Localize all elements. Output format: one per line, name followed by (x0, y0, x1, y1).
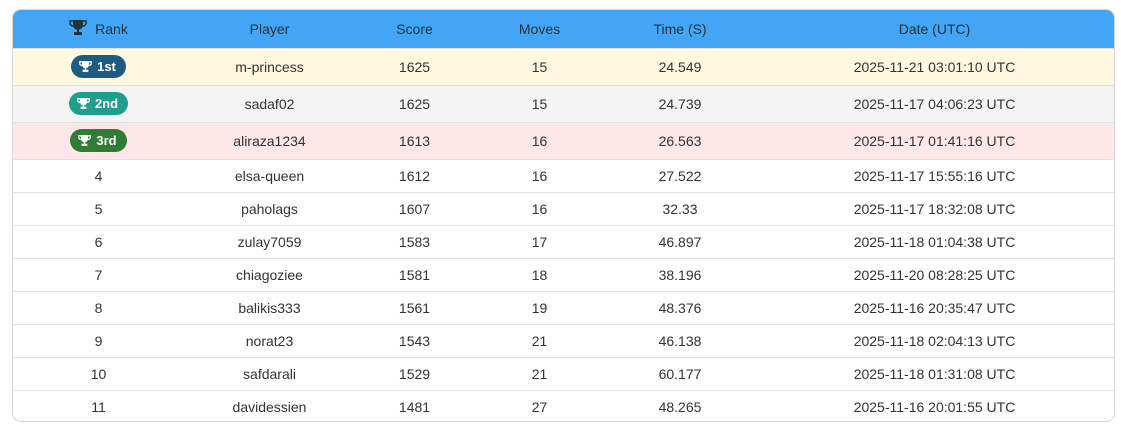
moves-cell: 21 (474, 323, 605, 357)
table-row: 11 davidessien 1481 27 48.265 2025-11-16 20:0… (13, 389, 1114, 421)
rank-badge-label: 1st (97, 59, 116, 74)
table-row: 3rd aliraza1234 1613 16 26.563 2025-11-17 01:… (13, 121, 1114, 159)
player-cell: paholags (184, 191, 355, 225)
moves-cell: 16 (474, 158, 605, 192)
table-row: 8 balikis333 1561 19 48.376 2025-11-16 20:35:… (13, 290, 1114, 324)
date-cell: 2025-11-20 08:28:25 UTC (755, 257, 1114, 291)
table-row: 9 norat23 1543 21 46.138 2025-11-18 02:04:13 … (13, 323, 1114, 357)
table-row: 5 paholags 1607 16 32.33 2025-11-17 18:32:08 … (13, 191, 1114, 225)
rank-cell: 2nd (13, 84, 184, 122)
moves-cell: 15 (474, 47, 605, 85)
score-cell: 1581 (355, 257, 474, 291)
time-cell: 24.739 (605, 84, 755, 122)
trophy-icon (69, 19, 87, 39)
score-cell: 1543 (355, 323, 474, 357)
column-header-moves[interactable]: Moves (474, 10, 605, 48)
date-cell: 2025-11-18 01:31:08 UTC (755, 356, 1114, 390)
leaderboard: Rank Player Score Moves Time (S) Date (U… (12, 9, 1115, 422)
date-cell: 2025-11-16 20:01:55 UTC (755, 389, 1114, 421)
time-cell: 46.138 (605, 323, 755, 357)
rank-badge: 3rd (70, 129, 127, 152)
player-cell: safdarali (184, 356, 355, 390)
time-cell: 26.563 (605, 121, 755, 159)
time-cell: 38.196 (605, 257, 755, 291)
time-cell: 46.897 (605, 224, 755, 258)
leaderboard-table: Rank Player Score Moves Time (S) Date (U… (13, 10, 1114, 421)
moves-cell: 27 (474, 389, 605, 421)
moves-cell: 18 (474, 257, 605, 291)
table-row: 1st m-princess 1625 15 24.549 2025-11-21 03:0… (13, 47, 1114, 85)
rank-badge: 2nd (68, 92, 129, 115)
column-header-rank-label: Rank (95, 20, 128, 37)
player-cell: norat23 (184, 323, 355, 357)
time-cell: 32.33 (605, 191, 755, 225)
column-header-player[interactable]: Player (184, 10, 355, 48)
rank-cell: 10 (13, 356, 184, 390)
score-cell: 1625 (355, 84, 474, 122)
table-body: 1st m-princess 1625 15 24.549 2025-11-21 03:0… (13, 47, 1114, 421)
player-cell: m-princess (184, 47, 355, 85)
player-cell: sadaf02 (184, 84, 355, 122)
date-cell: 2025-11-17 15:55:16 UTC (755, 158, 1114, 192)
table-row: 2nd sadaf02 1625 15 24.739 2025-11-17 04:06:2… (13, 84, 1114, 122)
score-cell: 1625 (355, 47, 474, 85)
rank-cell: 8 (13, 290, 184, 324)
column-header-score[interactable]: Score (355, 10, 474, 48)
time-cell: 24.549 (605, 47, 755, 85)
rank-cell: 7 (13, 257, 184, 291)
rank-cell: 5 (13, 191, 184, 225)
header-row: Rank Player Score Moves Time (S) Date (U… (13, 10, 1114, 48)
rank-badge: 1st (71, 55, 126, 78)
trophy-icon (77, 97, 90, 110)
column-header-date[interactable]: Date (UTC) (755, 10, 1114, 48)
table-row: 10 safdarali 1529 21 60.177 2025-11-18 01:31:… (13, 356, 1114, 390)
moves-cell: 16 (474, 191, 605, 225)
moves-cell: 15 (474, 84, 605, 122)
moves-cell: 21 (474, 356, 605, 390)
rank-cell: 9 (13, 323, 184, 357)
score-cell: 1583 (355, 224, 474, 258)
moves-cell: 17 (474, 224, 605, 258)
score-cell: 1612 (355, 158, 474, 192)
player-cell: balikis333 (184, 290, 355, 324)
score-cell: 1529 (355, 356, 474, 390)
date-cell: 2025-11-17 04:06:23 UTC (755, 84, 1114, 122)
time-cell: 60.177 (605, 356, 755, 390)
player-cell: chiagoziee (184, 257, 355, 291)
rank-cell: 6 (13, 224, 184, 258)
player-cell: zulay7059 (184, 224, 355, 258)
rank-badge-label: 2nd (94, 96, 119, 111)
player-cell: davidessien (184, 389, 355, 421)
rank-cell: 1st (13, 47, 184, 85)
rank-cell: 11 (13, 389, 184, 421)
score-cell: 1481 (355, 389, 474, 421)
table-row: 4 elsa-queen 1612 16 27.522 2025-11-17 15:55:… (13, 158, 1114, 192)
table-row: 7 chiagoziee 1581 18 38.196 2025-11-20 08:28:… (13, 257, 1114, 291)
rank-badge-label: 3rd (96, 133, 117, 148)
rank-cell: 4 (13, 158, 184, 192)
trophy-icon (78, 134, 92, 147)
player-cell: aliraza1234 (184, 121, 355, 159)
time-cell: 48.265 (605, 389, 755, 421)
trophy-icon (79, 60, 93, 73)
table-row: 6 zulay7059 1583 17 46.897 2025-11-18 01:04:3… (13, 224, 1114, 258)
date-cell: 2025-11-18 01:04:38 UTC (755, 224, 1114, 258)
date-cell: 2025-11-18 02:04:13 UTC (755, 323, 1114, 357)
score-cell: 1561 (355, 290, 474, 324)
score-cell: 1607 (355, 191, 474, 225)
time-cell: 27.522 (605, 158, 755, 192)
moves-cell: 16 (474, 121, 605, 159)
moves-cell: 19 (474, 290, 605, 324)
time-cell: 48.376 (605, 290, 755, 324)
player-cell: elsa-queen (184, 158, 355, 192)
date-cell: 2025-11-17 01:41:16 UTC (755, 121, 1114, 159)
date-cell: 2025-11-21 03:01:10 UTC (755, 47, 1114, 85)
date-cell: 2025-11-16 20:35:47 UTC (755, 290, 1114, 324)
table-header: Rank Player Score Moves Time (S) Date (U… (13, 10, 1114, 48)
column-header-time[interactable]: Time (S) (605, 10, 755, 48)
date-cell: 2025-11-17 18:32:08 UTC (755, 191, 1114, 225)
column-header-rank[interactable]: Rank (13, 10, 184, 48)
rank-cell: 3rd (13, 121, 184, 159)
score-cell: 1613 (355, 121, 474, 159)
